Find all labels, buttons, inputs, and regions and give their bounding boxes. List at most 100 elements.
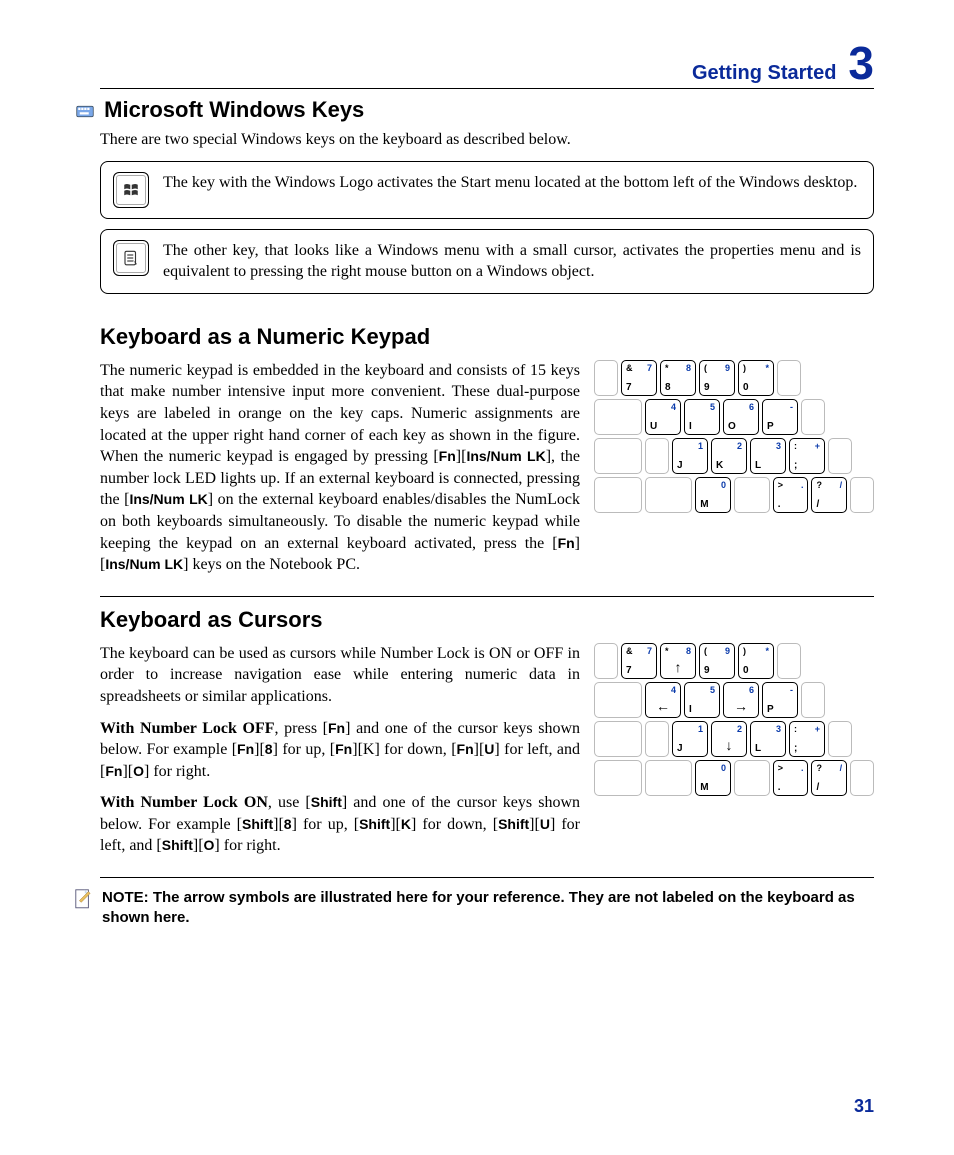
key-numeric-label: 8 (686, 363, 691, 373)
key-numeric-label: / (840, 763, 843, 773)
key-main-label: U (650, 421, 657, 432)
menu-key-icon (113, 240, 149, 276)
keypad-key: 3L (750, 721, 786, 757)
keyboard-icon (76, 99, 94, 115)
key-numeric-label: 1 (698, 441, 703, 451)
key-main-label: J (677, 743, 683, 754)
key-main-label: 0 (743, 665, 749, 676)
keypad-key: )*0 (738, 360, 774, 396)
key-top-label: ? (816, 763, 822, 773)
key-main-label: 7 (626, 382, 632, 393)
keypad-blank-key (801, 399, 825, 435)
key-main-label: ; (794, 460, 797, 471)
key-main-label: M (700, 499, 708, 510)
keypad-blank-key (645, 721, 669, 757)
key-main-label: M (700, 782, 708, 793)
key-main-label: ; (794, 743, 797, 754)
key-numeric-label: + (815, 441, 820, 451)
key-numeric-label: 9 (725, 363, 730, 373)
key-numeric-label: 9 (725, 646, 730, 656)
keypad-key: ) * 0 (738, 643, 774, 679)
key-numeric-label: 6 (749, 685, 754, 695)
key-numeric-label: 2 (737, 724, 742, 734)
key-numeric-label: 5 (710, 685, 715, 695)
key-main-label: 9 (704, 665, 710, 676)
key-arrow-icon: ↑ (661, 659, 695, 675)
key-numeric-label: 4 (671, 685, 676, 695)
key-numeric-label: / (840, 480, 843, 490)
keypad-key: >.. (773, 760, 809, 796)
keypad-blank-key (850, 477, 874, 513)
key-numeric-label: * (765, 363, 769, 373)
header-section-title: Getting Started (692, 62, 836, 85)
keypad-blank-key (594, 760, 642, 796)
cursor-keypad-figure: &77*8↑(99)*04←5I6→-P1J2↓3L:+;0M>..?// (594, 639, 874, 796)
keypad-key: 1J (672, 721, 708, 757)
key-main-label: O (728, 421, 736, 432)
menu-key-block: The other key, that looks like a Windows… (100, 229, 874, 294)
keypad-blank-key (801, 682, 825, 718)
key-main-label: I (689, 421, 692, 432)
key-numeric-label: . (801, 480, 804, 490)
section-title-cursors: Keyboard as Cursors (100, 607, 874, 633)
note-text: NOTE: The arrow symbols are illustrated … (102, 888, 874, 929)
key-numeric-label: 2 (737, 441, 742, 451)
keypad-blank-key (594, 721, 642, 757)
key-main-label: J (677, 460, 683, 471)
keypad-key: -P (762, 682, 798, 718)
key-numeric-label: 1 (698, 724, 703, 734)
key-numeric-label: + (815, 724, 820, 734)
key-main-label: / (816, 499, 819, 510)
key-top-label: ? (816, 480, 822, 490)
section2-paragraph: The numeric keypad is embedded in the ke… (100, 360, 580, 576)
keypad-blank-key (594, 399, 642, 435)
key-main-label: P (767, 704, 774, 715)
section3-para2: With Number Lock OFF, press [Fn] and one… (100, 718, 580, 783)
key-main-label: I (689, 704, 692, 715)
keypad-key: (99 (699, 360, 735, 396)
keypad-blank-key (734, 760, 770, 796)
menu-key-desc: The other key, that looks like a Windows… (163, 240, 861, 283)
key-top-label: * (665, 363, 669, 373)
section-title-windows-keys: Microsoft Windows Keys (100, 97, 874, 123)
section1-intro: There are two special Windows keys on th… (100, 129, 874, 151)
header-chapter-number: 3 (848, 40, 874, 86)
key-arrow-icon: → (724, 698, 758, 714)
key-main-label: P (767, 421, 774, 432)
key-numeric-label: 8 (686, 646, 691, 656)
keypad-key: 3L (750, 438, 786, 474)
key-arrow-icon: ↓ (712, 737, 746, 753)
keypad-blank-key (645, 760, 693, 796)
keypad-blank-key (594, 438, 642, 474)
key-top-label: > (778, 480, 783, 490)
key-numeric-label: * (765, 646, 769, 656)
key-numeric-label: 5 (710, 402, 715, 412)
key-top-label: ) (743, 363, 746, 373)
section-title-numeric-keypad: Keyboard as a Numeric Keypad (100, 324, 874, 350)
key-main-label: 7 (626, 665, 632, 676)
key-numeric-label: 6 (749, 402, 754, 412)
keypad-blank-key (645, 438, 669, 474)
keypad-key: &77 (621, 360, 657, 396)
key-main-label: L (755, 460, 761, 471)
key-main-label: L (755, 743, 761, 754)
key-numeric-label: 4 (671, 402, 676, 412)
keypad-blank-key (777, 643, 801, 679)
note-icon (74, 888, 92, 908)
keypad-key: -P (762, 399, 798, 435)
keypad-blank-key (850, 760, 874, 796)
key-main-label: 8 (665, 382, 671, 393)
key-top-label: ( (704, 646, 707, 656)
key-numeric-label: 3 (776, 724, 781, 734)
note-block: NOTE: The arrow symbols are illustrated … (100, 888, 874, 929)
keypad-blank-key (594, 477, 642, 513)
keypad-key: ? / / (811, 477, 847, 513)
key-top-label: ) (743, 646, 746, 656)
keypad-key: ?// (811, 760, 847, 796)
keypad-key: >.. (773, 477, 809, 513)
section-divider-1 (100, 596, 874, 597)
key-main-label: . (778, 499, 781, 510)
header-rule (100, 88, 874, 89)
keypad-key: 1J (672, 438, 708, 474)
keypad-key: 0M (695, 477, 731, 513)
